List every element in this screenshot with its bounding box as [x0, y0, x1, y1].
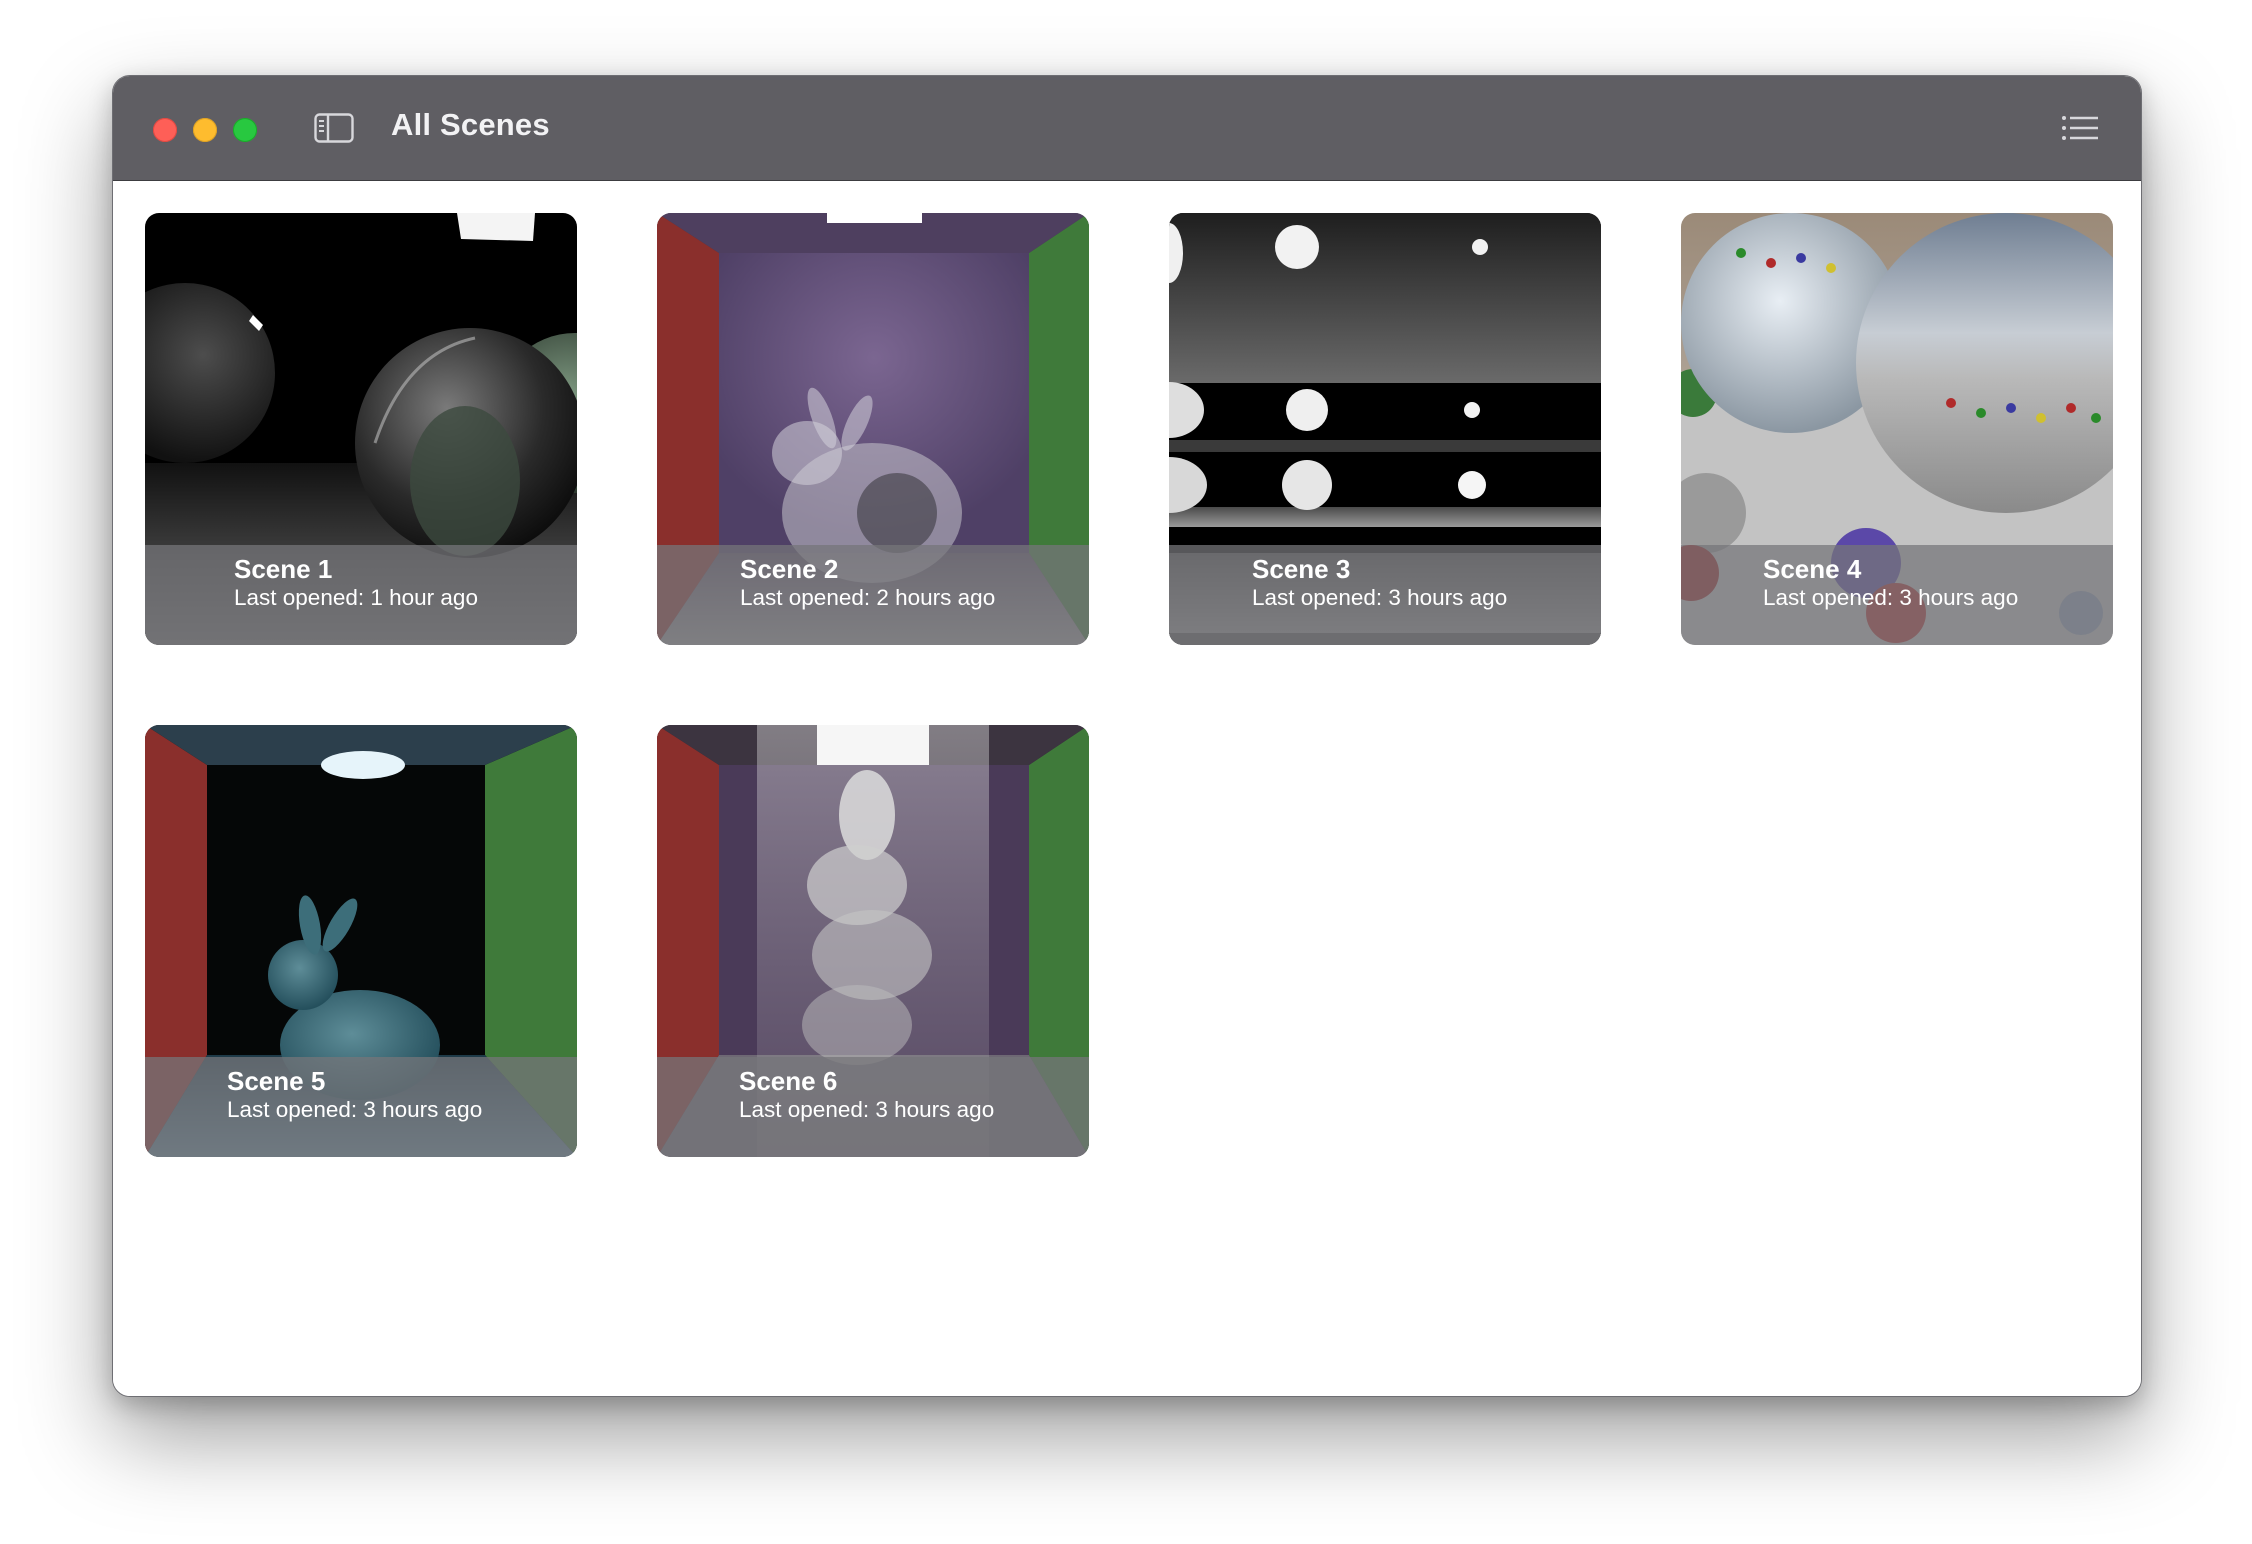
scene-name: Scene 4 [1763, 554, 1862, 584]
scene-name: Scene 6 [739, 1066, 838, 1096]
sidebar-left-icon[interactable] [314, 113, 354, 143]
last-opened-text: Last opened: 1 hour ago [234, 585, 478, 610]
scene-name: Scene 5 [227, 1066, 326, 1096]
last-opened-text: Last opened: 3 hours ago [227, 1097, 483, 1122]
scene-info: Scene 1 Last opened: 1 hour ago [145, 545, 577, 645]
scene-info: Scene 5 Last opened: 3 hours ago [145, 1057, 577, 1157]
scene-card[interactable]: Scene 1 Last opened: 1 hour ago [145, 213, 577, 645]
scene-name: Scene 3 [1252, 554, 1351, 584]
list-bullet-icon[interactable] [2061, 114, 2099, 142]
scenes-grid: Scene 1 Last opened: 1 hour ago Scene 2 … [113, 181, 2141, 1396]
scene-card[interactable]: Scene 5 Last opened: 3 hours ago [145, 725, 577, 1157]
scene-card[interactable]: Scene 6 Last opened: 3 hours ago [657, 725, 1089, 1157]
last-opened-text: Last opened: 3 hours ago [1763, 585, 2019, 610]
window-title: All Scenes [391, 107, 550, 142]
last-opened-text: Last opened: 2 hours ago [740, 585, 996, 610]
app-window: All Scenes Scene 1 Last opened: 1 hour a… [112, 75, 2142, 1397]
scene-card[interactable]: Scene 4 Last opened: 3 hours ago [1681, 213, 2113, 645]
scene-card[interactable]: Scene 2 Last opened: 2 hours ago [657, 213, 1089, 645]
close-window-button[interactable] [153, 118, 177, 142]
minimize-window-button[interactable] [193, 118, 217, 142]
last-opened-text: Last opened: 3 hours ago [1252, 585, 1508, 610]
scene-info: Scene 4 Last opened: 3 hours ago [1681, 545, 2113, 645]
scene-info: Scene 2 Last opened: 2 hours ago [657, 545, 1089, 645]
scene-card[interactable]: Scene 3 Last opened: 3 hours ago [1169, 213, 1601, 645]
scene-info: Scene 6 Last opened: 3 hours ago [657, 1057, 1089, 1157]
scene-info: Scene 3 Last opened: 3 hours ago [1169, 545, 1601, 645]
zoom-window-button[interactable] [233, 118, 257, 142]
scene-name: Scene 1 [234, 554, 333, 584]
last-opened-text: Last opened: 3 hours ago [739, 1097, 995, 1122]
title-bar: All Scenes [113, 76, 2141, 181]
scene-name: Scene 2 [740, 554, 839, 584]
